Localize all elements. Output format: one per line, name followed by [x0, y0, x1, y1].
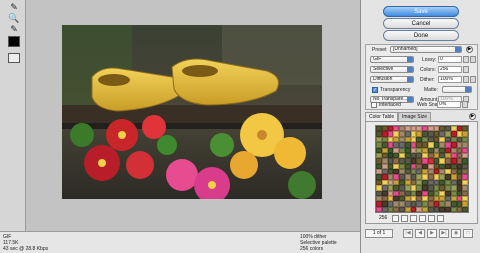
color-swatch[interactable]: [462, 206, 468, 212]
palette-tabs: Color Table Image Size ▶: [365, 112, 478, 121]
color-table-grid[interactable]: [375, 125, 469, 213]
next-page-icon[interactable]: ▶: [427, 229, 437, 238]
interlace-row: Interlaced Web Snap: 0%: [365, 101, 478, 110]
zoom-icon[interactable]: 🔍: [8, 13, 20, 24]
status-colors: 256 colors: [300, 246, 324, 252]
matte-label: Matte:: [424, 87, 438, 93]
last-page-icon[interactable]: ▶|: [439, 229, 449, 238]
interlaced-checkbox[interactable]: [371, 102, 377, 108]
color-table-menu-button[interactable]: ▶: [469, 113, 476, 120]
status-download-time: 43 sec @ 28.8 Kbps: [3, 246, 49, 252]
add-color-icon[interactable]: [410, 215, 417, 222]
lock-color-icon[interactable]: [401, 215, 408, 222]
tool-strip: ✎ 🔍 ✎: [0, 0, 26, 253]
preview-image: [62, 25, 322, 199]
optimize-panel: Save Cancel Done Preset [Unnamed] ▶ GIF …: [360, 0, 480, 253]
web-shift-icon[interactable]: [392, 215, 399, 222]
prev-page-icon[interactable]: ◀: [415, 229, 425, 238]
reduction-select[interactable]: Selective: [370, 66, 414, 73]
first-page-icon[interactable]: |◀: [403, 229, 413, 238]
preset-select[interactable]: [Unnamed]: [390, 46, 462, 53]
lossy-stepper[interactable]: [463, 56, 469, 63]
lossy-mask-button[interactable]: [470, 56, 476, 63]
preview-canvas: [26, 0, 360, 231]
tab-color-table[interactable]: Color Table: [365, 112, 399, 121]
websnap-field[interactable]: 0%: [437, 101, 461, 108]
dither-field[interactable]: 100%: [438, 76, 462, 83]
transparency-map-icon[interactable]: [419, 215, 426, 222]
transparency-label: Transparency: [380, 87, 411, 93]
lossy-label: Lossy:: [422, 57, 437, 63]
slice-pager: 1 of 1 |◀ ◀ ▶ ▶| ◉ □: [365, 228, 478, 239]
colors-stepper[interactable]: [463, 66, 469, 73]
tab-image-size[interactable]: Image Size: [398, 112, 432, 121]
slice-select-icon[interactable]: ✎: [8, 2, 20, 13]
colors-field[interactable]: 256: [438, 66, 462, 73]
dither-algorithm-select[interactable]: Diffusion: [370, 76, 414, 83]
colors-label: Colors:: [420, 67, 436, 73]
color-count: 256: [379, 215, 388, 221]
dither-label: Dither:: [420, 77, 435, 83]
preset-label: Preset: [372, 47, 387, 53]
interlaced-label: Interlaced: [379, 102, 401, 108]
done-button[interactable]: Done: [383, 30, 459, 41]
dither-mask-button[interactable]: [470, 76, 476, 83]
preview-browser-icon[interactable]: ◉: [451, 229, 461, 238]
preview-in-browser-icon[interactable]: [8, 53, 20, 63]
animation-icon[interactable]: □: [463, 229, 473, 238]
new-color-icon[interactable]: [428, 215, 435, 222]
cancel-button[interactable]: Cancel: [383, 18, 459, 29]
dither-stepper[interactable]: [463, 76, 469, 83]
eyedropper-color-swatch[interactable]: [8, 36, 20, 47]
photo-illustration: [62, 25, 322, 199]
websnap-stepper[interactable]: [462, 101, 468, 108]
save-button[interactable]: Save: [383, 6, 459, 17]
lossy-field[interactable]: 0: [438, 56, 462, 63]
color-table-panel: 256: [365, 121, 478, 224]
transparency-checkbox[interactable]: ✓: [372, 87, 378, 93]
status-bar: GIF 117.5K 43 sec @ 28.8 Kbps 100% dithe…: [0, 231, 360, 253]
delete-color-icon[interactable]: [437, 215, 444, 222]
eyedropper-icon[interactable]: ✎: [8, 24, 20, 35]
format-select[interactable]: GIF: [370, 56, 414, 63]
optimize-menu-button[interactable]: ▶: [466, 46, 473, 53]
matte-select[interactable]: [442, 86, 472, 93]
page-indicator[interactable]: 1 of 1: [365, 229, 393, 238]
